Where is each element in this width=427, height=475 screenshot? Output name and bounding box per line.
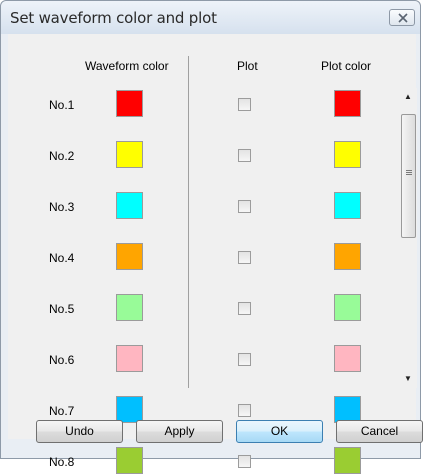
dialog-content: Waveform color Plot Plot color No.1 No.2 N… — [8, 34, 423, 474]
plot-color-swatch[interactable] — [334, 345, 361, 372]
vertical-scrollbar[interactable]: ▲ ▼ — [399, 88, 417, 388]
cancel-button[interactable]: Cancel — [336, 420, 423, 443]
scrollbar-thumb[interactable] — [401, 114, 416, 238]
plot-color-swatch[interactable] — [334, 141, 361, 168]
plot-checkbox[interactable] — [238, 353, 251, 366]
scroll-down-arrow-icon[interactable]: ▼ — [399, 370, 417, 388]
channel-label: No.7 — [49, 404, 75, 418]
channel-label: No.4 — [49, 251, 75, 265]
waveform-color-swatch[interactable] — [116, 243, 143, 270]
waveform-color-swatch[interactable] — [116, 447, 143, 474]
ok-button[interactable]: OK — [236, 420, 323, 443]
waveform-color-swatch[interactable] — [116, 396, 143, 423]
plot-checkbox[interactable] — [238, 149, 251, 162]
waveform-color-swatch[interactable] — [116, 345, 143, 372]
channel-label: No.2 — [49, 149, 75, 163]
channel-label: No.6 — [49, 353, 75, 367]
plot-checkbox[interactable] — [238, 302, 251, 315]
channel-row: No.3 — [8, 192, 398, 220]
close-button[interactable] — [389, 9, 415, 26]
channel-label: No.5 — [49, 302, 75, 316]
header-waveform-color: Waveform color — [85, 59, 169, 73]
apply-button[interactable]: Apply — [136, 420, 223, 443]
plot-color-swatch[interactable] — [334, 294, 361, 321]
plot-checkbox[interactable] — [238, 98, 251, 111]
scroll-up-arrow-icon[interactable]: ▲ — [399, 88, 417, 106]
channel-row: No.2 — [8, 141, 398, 169]
plot-checkbox[interactable] — [238, 455, 251, 468]
header-plot: Plot — [237, 59, 258, 73]
channel-row: No.5 — [8, 294, 398, 322]
channel-label: No.1 — [49, 98, 75, 112]
grip-icon — [406, 170, 412, 176]
channel-row: No.6 — [8, 345, 398, 373]
title-bar: Set waveform color and plot — [1, 1, 420, 34]
waveform-color-swatch[interactable] — [116, 294, 143, 321]
plot-color-swatch[interactable] — [334, 192, 361, 219]
waveform-color-swatch[interactable] — [116, 192, 143, 219]
dialog-window: Set waveform color and plot Waveform col… — [0, 0, 423, 474]
plot-color-swatch[interactable] — [334, 396, 361, 423]
plot-checkbox[interactable] — [238, 200, 251, 213]
plot-color-swatch[interactable] — [334, 447, 361, 474]
channel-label: No.3 — [49, 200, 75, 214]
plot-color-swatch[interactable] — [334, 243, 361, 270]
channel-row: No.1 — [8, 90, 398, 118]
undo-button[interactable]: Undo — [36, 420, 123, 443]
channel-label: No.8 — [49, 455, 75, 469]
channel-row: No.8 — [8, 447, 398, 475]
plot-checkbox[interactable] — [238, 251, 251, 264]
waveform-color-swatch[interactable] — [116, 141, 143, 168]
plot-color-swatch[interactable] — [334, 90, 361, 117]
header-plot-color: Plot color — [321, 59, 372, 73]
channel-row: No.4 — [8, 243, 398, 271]
plot-checkbox[interactable] — [238, 404, 251, 417]
window-title: Set waveform color and plot — [10, 9, 217, 27]
waveform-color-swatch[interactable] — [116, 90, 143, 117]
close-icon — [398, 13, 408, 23]
